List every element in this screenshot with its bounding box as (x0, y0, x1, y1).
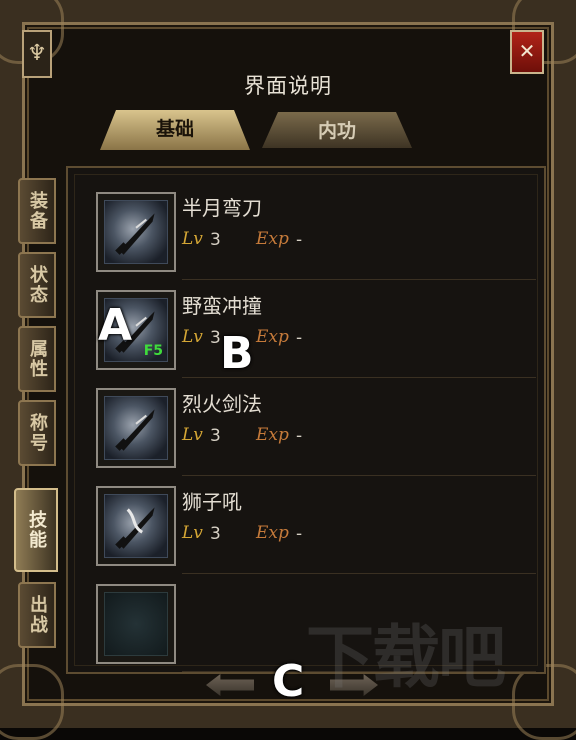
marker-a: A (98, 300, 133, 351)
side-tab-battle[interactable]: 出战 (18, 582, 56, 648)
side-tab-title[interactable]: 称号 (18, 400, 56, 466)
skill-slot[interactable] (96, 192, 176, 272)
close-icon: ✕ (518, 39, 536, 63)
skill-slot[interactable] (96, 584, 176, 664)
level-value: 3 (210, 524, 221, 544)
exp-value: - (296, 426, 303, 446)
exp-label: Exp (256, 327, 289, 347)
side-tab-equipment[interactable]: 装备 (18, 178, 56, 244)
level-label: Lv (182, 425, 203, 445)
skill-slot[interactable] (96, 388, 176, 468)
marker-c: C (272, 656, 305, 707)
level-value: 3 (210, 230, 221, 250)
tab-inner-power[interactable]: 内功 (262, 112, 412, 148)
skill-name: 野蛮冲撞 (182, 294, 262, 318)
skill-row[interactable]: F5 野蛮冲撞 Lv 3 Exp - (96, 280, 536, 378)
skill-slot[interactable] (96, 486, 176, 566)
empty-slot-icon (104, 592, 168, 656)
skill-name: 狮子吼 (182, 490, 242, 514)
level-label: Lv (182, 229, 203, 249)
sword-icon (104, 200, 168, 264)
skill-name: 烈火剑法 (182, 392, 262, 416)
marker-b: B (220, 328, 254, 379)
exp-value: - (296, 524, 303, 544)
skill-name: 半月弯刀 (182, 196, 262, 220)
skill-list-panel: 半月弯刀 Lv 3 Exp - F5 野蛮冲撞 Lv 3 Exp - 烈火剑法 … (66, 166, 546, 674)
hotkey-badge: F5 (143, 343, 163, 359)
level-label: Lv (182, 523, 203, 543)
skill-row-empty[interactable] (96, 574, 536, 672)
skill-row[interactable]: 狮子吼 Lv 3 Exp - (96, 476, 536, 574)
exp-value: - (296, 230, 303, 250)
exp-label: Exp (256, 425, 289, 445)
close-button[interactable]: ✕ (510, 30, 544, 74)
sword-icon (104, 494, 168, 558)
level-label: Lv (182, 327, 203, 347)
exp-label: Exp (256, 523, 289, 543)
level-value: 3 (210, 426, 221, 446)
corner-ornament (0, 664, 64, 740)
exp-label: Exp (256, 229, 289, 249)
tab-basic[interactable]: 基础 (100, 110, 250, 150)
window-title: 界面说明 (244, 74, 332, 98)
sword-icon (104, 396, 168, 460)
side-tab-skills[interactable]: 技能 (14, 488, 58, 572)
exp-value: - (296, 328, 303, 348)
skill-row[interactable]: 半月弯刀 Lv 3 Exp - (96, 182, 536, 280)
side-tab-attributes[interactable]: 属性 (18, 326, 56, 392)
skill-row[interactable]: 烈火剑法 Lv 3 Exp - (96, 378, 536, 476)
side-tab-status[interactable]: 状态 (18, 252, 56, 318)
corner-ornament (512, 664, 576, 740)
